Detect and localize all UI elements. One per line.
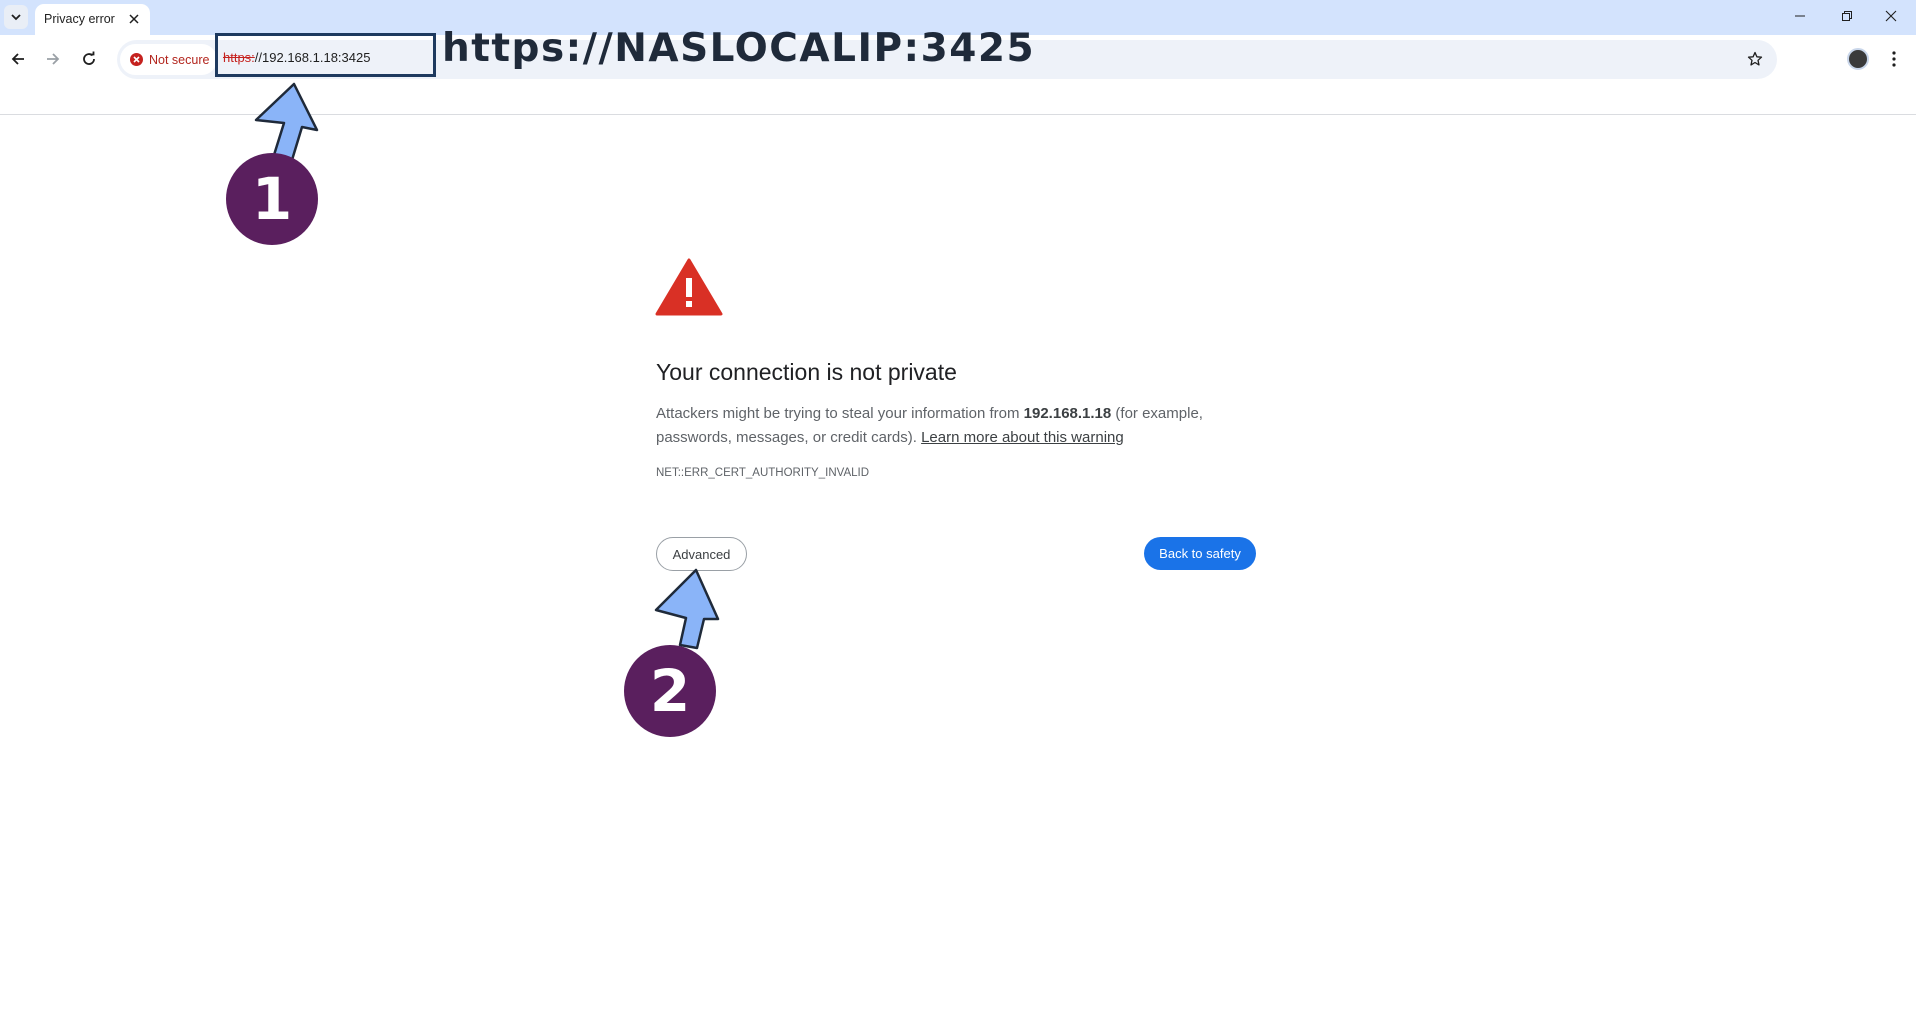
avatar[interactable] (1847, 48, 1869, 70)
back-to-safety-button[interactable]: Back to safety (1144, 537, 1256, 570)
bookmark-button[interactable] (1740, 44, 1770, 74)
chevron-down-icon (11, 14, 21, 21)
tab-privacy-error[interactable]: Privacy error (35, 4, 150, 35)
minimize-icon (1795, 15, 1805, 17)
description-text: Attackers might be trying to steal your … (656, 405, 1024, 422)
restore-button[interactable] (1833, 4, 1861, 28)
close-icon (1885, 10, 1897, 22)
warning-description: Attackers might be trying to steal your … (656, 402, 1256, 450)
arrow-right-icon (47, 53, 60, 65)
restore-icon (1842, 11, 1852, 21)
annotation-arrow-2 (654, 568, 720, 650)
learn-more-link[interactable]: Learn more about this warning (921, 429, 1124, 446)
error-code: NET::ERR_CERT_AUTHORITY_INVALID (656, 467, 870, 479)
reload-icon (83, 51, 95, 65)
back-button[interactable] (3, 44, 33, 74)
forward-button[interactable] (38, 44, 68, 74)
close-icon[interactable] (126, 11, 142, 27)
description-host: 192.168.1.18 (1023, 405, 1112, 422)
step-badge-1: 1 (226, 153, 318, 245)
url-highlight-box (215, 33, 436, 77)
step-badge-2: 2 (624, 645, 716, 737)
error-icon (130, 53, 143, 66)
minimize-button[interactable] (1786, 4, 1814, 28)
more-vertical-icon (1892, 51, 1896, 67)
close-window-button[interactable] (1877, 4, 1905, 28)
security-chip-label: Not secure (149, 52, 210, 67)
arrow-left-icon (11, 53, 24, 65)
star-icon (1747, 51, 1763, 66)
page-title: Your connection is not private (656, 359, 957, 385)
reload-button[interactable] (74, 44, 104, 74)
menu-button[interactable] (1880, 44, 1908, 74)
annotation-arrow-1 (254, 82, 319, 162)
security-chip[interactable]: Not secure (120, 44, 217, 75)
tab-search-button[interactable] (4, 5, 28, 29)
overlay-url-caption: https://NASLOCALIP:3425 (442, 26, 1036, 71)
warning-icon (655, 258, 723, 316)
tab-title: Privacy error (44, 12, 115, 26)
advanced-button[interactable]: Advanced (656, 537, 747, 571)
